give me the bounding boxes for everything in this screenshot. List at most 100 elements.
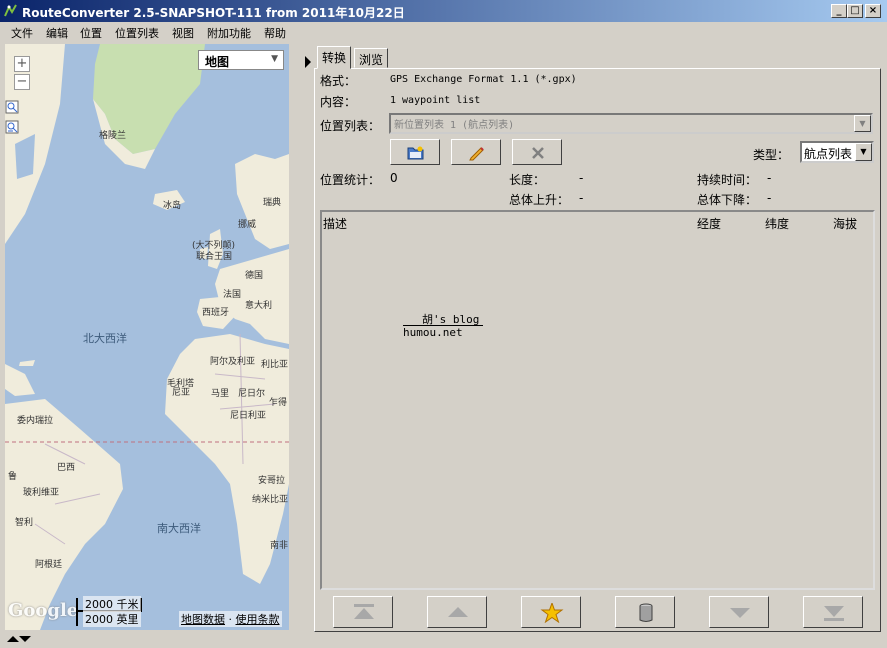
positions-table[interactable]: 描述 经度 纬度 海拔 [320, 210, 875, 590]
menu-position-list[interactable]: 位置列表 [115, 25, 159, 41]
zoom-area-icon[interactable] [5, 100, 19, 114]
map-label: 法国 [223, 290, 242, 300]
type-select[interactable]: 航点列表 ▼ [800, 141, 874, 163]
content-label: 内容： [320, 95, 357, 109]
map-view[interactable]: + − 地图 ▼ 格陵兰 冰岛 挪威 瑞典 (大不列颠) 联合王国 德国 法国 … [5, 44, 289, 630]
map-label: 委内瑞拉 [17, 416, 54, 426]
zoom-fit-icon[interactable] [5, 120, 19, 134]
add-position-button[interactable] [521, 596, 581, 628]
type-value: 航点列表 [804, 147, 853, 161]
map-label: 阿尔及利亚 [210, 357, 256, 367]
folder-icon [407, 146, 424, 160]
position-list-select[interactable]: 新位置列表 1 (航点列表) ▼ [389, 113, 873, 134]
map-label: 挪威 [238, 220, 257, 230]
descent-label: 总体下降： [697, 193, 758, 207]
map-label: 意大利 [245, 301, 273, 311]
chevron-down-icon[interactable]: ▼ [854, 115, 871, 132]
arrow-up-icon [448, 607, 468, 617]
menu-position[interactable]: 位置 [80, 25, 102, 41]
star-icon [540, 603, 564, 623]
zoom-in-button[interactable]: + [14, 56, 30, 72]
chevron-down-icon: ▼ [271, 54, 278, 64]
map-label: 纳米比亚 [252, 495, 289, 505]
column-latitude[interactable]: 纬度 [765, 215, 789, 232]
map-label: 安哥拉 [258, 476, 286, 486]
map-scale: 2000 千米 2000 英里 [76, 596, 142, 627]
terms-link[interactable]: 使用条款 [236, 613, 280, 626]
menu-edit[interactable]: 编辑 [46, 25, 68, 41]
descent-value: - [767, 191, 772, 205]
menu-file[interactable]: 文件 [11, 25, 33, 41]
window-title: RouteConverter 2.5-SNAPSHOT-111 from 201… [22, 6, 405, 20]
map-data-link[interactable]: 地图数据 [181, 613, 225, 626]
map-label: 巴西 [57, 463, 76, 473]
map-label: 玻利维亚 [23, 488, 60, 498]
map-label: 尼日利亚 [230, 411, 267, 421]
menu-help[interactable]: 帮助 [264, 25, 286, 41]
maximize-button[interactable]: □ [847, 4, 863, 18]
move-to-top-icon [354, 604, 374, 619]
map-label: 格陵兰 [99, 131, 127, 141]
splitter-collapse-icon[interactable] [305, 56, 311, 68]
duration-label: 持续时间： [697, 173, 758, 187]
app-icon [4, 4, 17, 17]
position-list-value: 新位置列表 1 (航点列表) [394, 120, 515, 131]
delete-list-button[interactable] [512, 139, 562, 165]
map-label: 南非 [270, 541, 289, 551]
map-label: 尼日尔 [238, 389, 266, 399]
column-elevation[interactable]: 海拔 [833, 215, 857, 232]
map-label: 马里 [211, 389, 230, 399]
attribution-separator: · [228, 613, 233, 626]
format-label: 格式： [320, 74, 357, 88]
map-label: 联合王国 [196, 252, 233, 262]
delete-position-button[interactable] [615, 596, 675, 628]
map-type-label: 地图 [205, 55, 230, 69]
close-button[interactable]: × [865, 4, 881, 18]
tab-browse[interactable]: 浏览 [354, 48, 389, 68]
map-label: 尼亚 [172, 388, 191, 398]
trash-icon [639, 603, 653, 622]
map-land [5, 44, 289, 630]
move-to-bottom-button[interactable] [803, 596, 863, 628]
chevron-down-icon[interactable]: ▼ [855, 143, 872, 161]
stats-label: 位置统计： [320, 173, 381, 187]
map-label: 乍得 [269, 398, 288, 408]
move-to-bottom-icon [824, 606, 844, 621]
stats-value: 0 [390, 171, 398, 185]
close-icon [532, 147, 544, 159]
map-label: 利比亚 [261, 360, 289, 370]
map-label: 阿根廷 [35, 560, 63, 570]
rename-list-button[interactable] [451, 139, 501, 165]
length-label: 长度： [509, 173, 546, 187]
duration-value: - [767, 171, 772, 185]
column-longitude[interactable]: 经度 [697, 215, 721, 232]
move-to-top-button[interactable] [333, 596, 393, 628]
type-label: 类型： [753, 148, 790, 162]
map-label: 智利 [15, 518, 34, 528]
column-description[interactable]: 描述 [323, 215, 347, 232]
pencil-icon [469, 147, 484, 161]
map-type-select[interactable]: 地图 ▼ [198, 50, 284, 70]
menu-view[interactable]: 视图 [172, 25, 194, 41]
map-label: 鲁 [8, 472, 18, 482]
bottom-splitter-icon[interactable] [6, 634, 32, 644]
map-attribution: 地图数据 · 使用条款 [179, 611, 282, 627]
position-list-label: 位置列表： [320, 119, 381, 133]
move-up-button[interactable] [427, 596, 487, 628]
tab-convert[interactable]: 转换 [317, 46, 352, 69]
ascent-value: - [579, 191, 584, 205]
minimize-button[interactable]: _ [831, 4, 847, 18]
map-label: 德国 [245, 271, 264, 281]
ascent-label: 总体上升： [509, 193, 570, 207]
new-list-button[interactable] [390, 139, 440, 165]
map-label: 南大西洋 [157, 522, 201, 535]
scale-tick [76, 598, 78, 626]
google-logo: Google [8, 600, 79, 621]
map-label: 冰岛 [163, 201, 182, 211]
scale-km: 2000 千米 [83, 596, 141, 612]
move-down-button[interactable] [709, 596, 769, 628]
content-value: 1 waypoint list [390, 95, 481, 106]
menu-extras[interactable]: 附加功能 [207, 25, 251, 41]
title-bar: RouteConverter 2.5-SNAPSHOT-111 from 201… [0, 0, 887, 22]
zoom-out-button[interactable]: − [14, 74, 30, 90]
